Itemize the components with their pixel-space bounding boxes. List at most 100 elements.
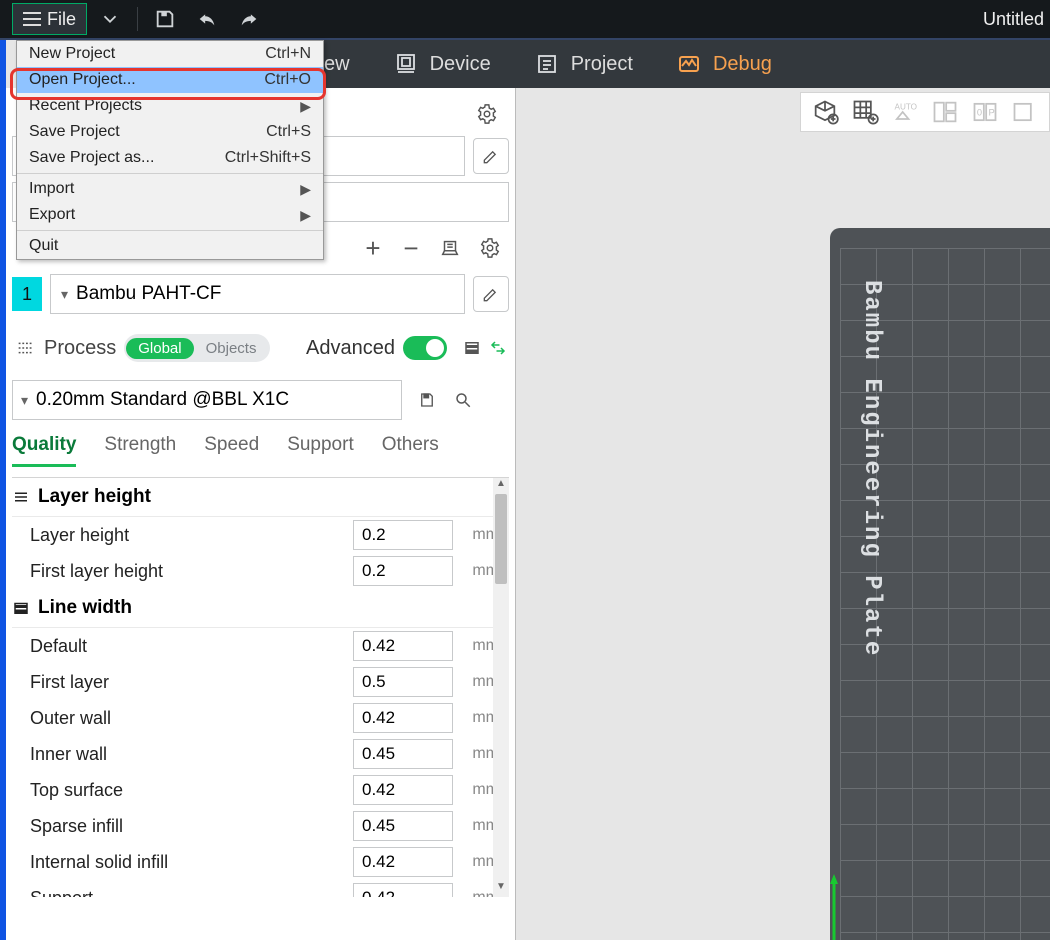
chevron-down-icon: ▾ xyxy=(21,392,36,409)
scroll-thumb[interactable] xyxy=(495,494,507,584)
list-view-icon[interactable] xyxy=(461,337,483,359)
left-accent-strip xyxy=(0,40,6,940)
debug-icon xyxy=(677,52,701,76)
layers-icon xyxy=(12,488,30,506)
chevron-down-icon: ▾ xyxy=(61,286,76,303)
subtab-quality[interactable]: Quality xyxy=(12,434,76,467)
file-menu-button[interactable]: File xyxy=(12,3,87,35)
input-default[interactable] xyxy=(353,631,453,661)
tab-project[interactable]: Project xyxy=(513,40,655,88)
subtab-support[interactable]: Support xyxy=(287,434,354,467)
more-tools-button[interactable] xyxy=(1005,94,1045,130)
process-icon xyxy=(12,337,40,359)
separator xyxy=(137,7,138,31)
process-preset-select[interactable]: ▾ 0.20mm Standard @BBL X1C xyxy=(12,380,402,420)
menu-save-project-as[interactable]: Save Project as... Ctrl+Shift+S xyxy=(17,145,323,171)
input-sparse-infill[interactable] xyxy=(353,811,453,841)
advanced-toggle[interactable] xyxy=(403,336,447,360)
process-subtabs: Quality Strength Speed Support Others xyxy=(12,434,507,467)
redo-icon[interactable] xyxy=(234,4,264,34)
tab-device[interactable]: Device xyxy=(372,40,513,88)
undo-icon[interactable] xyxy=(192,4,222,34)
compare-icon[interactable] xyxy=(487,337,509,359)
tab-debug[interactable]: Debug xyxy=(655,40,794,88)
svg-text:AUTO: AUTO xyxy=(895,103,918,112)
save-icon[interactable] xyxy=(150,4,180,34)
menu-recent-projects[interactable]: Recent Projects ▶ xyxy=(17,93,323,119)
chevron-right-icon: ▶ xyxy=(300,98,311,115)
edit-printer-button[interactable] xyxy=(473,138,509,174)
scope-objects[interactable]: Objects xyxy=(194,338,269,359)
auto-orient-button[interactable]: AUTO xyxy=(885,94,925,130)
edit-filament-button[interactable] xyxy=(473,276,509,312)
menu-open-project[interactable]: Open Project... Ctrl+O xyxy=(17,67,323,93)
param-sparse-infill: Sparse infillmm xyxy=(12,808,509,844)
param-scrollbar[interactable]: ▲ ▼ xyxy=(493,478,509,897)
input-first-layer[interactable] xyxy=(353,667,453,697)
input-support[interactable] xyxy=(353,883,453,897)
param-default: Defaultmm xyxy=(12,628,509,664)
svg-text:0: 0 xyxy=(977,108,982,118)
param-inner-wall: Inner wallmm xyxy=(12,736,509,772)
menu-new-project[interactable]: New Project Ctrl+N xyxy=(17,41,323,67)
param-layer-height: Layer height mm xyxy=(12,517,509,553)
remove-filament-button[interactable]: − xyxy=(399,233,423,264)
advanced-label: Advanced xyxy=(306,337,395,360)
file-menu: New Project Ctrl+N Open Project... Ctrl+… xyxy=(16,40,324,260)
filament-color-swatch[interactable]: 1 xyxy=(12,277,42,311)
input-layer-height[interactable] xyxy=(353,520,453,550)
subtab-others[interactable]: Others xyxy=(382,434,439,467)
file-label: File xyxy=(47,9,76,30)
param-internal-solid-infill: Internal solid infillmm xyxy=(12,844,509,880)
scroll-down-icon[interactable]: ▼ xyxy=(493,881,509,897)
subtab-strength[interactable]: Strength xyxy=(104,434,176,467)
add-filament-button[interactable]: + xyxy=(361,233,385,264)
axis-gizmo[interactable] xyxy=(822,872,922,940)
printer-settings-icon[interactable] xyxy=(469,96,505,132)
add-plate-button[interactable] xyxy=(845,94,885,130)
file-dropdown-chevron[interactable] xyxy=(95,4,125,34)
menu-save-project[interactable]: Save Project Ctrl+S xyxy=(17,119,323,145)
scope-toggle[interactable]: Global Objects xyxy=(124,334,270,362)
scroll-up-icon[interactable]: ▲ xyxy=(493,478,509,494)
save-preset-icon[interactable] xyxy=(416,389,438,411)
menu-import[interactable]: Import ▶ xyxy=(17,176,323,202)
split-button[interactable]: 0P xyxy=(965,94,1005,130)
search-preset-icon[interactable] xyxy=(452,389,474,411)
group-layer-height[interactable]: Layer height xyxy=(12,478,509,517)
group-line-width[interactable]: Line width xyxy=(12,589,509,628)
plate-label: Bambu Engineering Plate xyxy=(858,280,885,657)
input-internal-solid-infill[interactable] xyxy=(353,847,453,877)
line-width-icon xyxy=(12,599,30,617)
hamburger-icon xyxy=(23,12,41,26)
param-first-layer: First layermm xyxy=(12,664,509,700)
menu-quit[interactable]: Quit xyxy=(17,233,323,259)
param-top-surface: Top surfacemm xyxy=(12,772,509,808)
param-outer-wall: Outer wallmm xyxy=(12,700,509,736)
input-first-layer-height[interactable] xyxy=(353,556,453,586)
svg-text:P: P xyxy=(989,108,995,118)
device-icon xyxy=(394,52,418,76)
param-first-layer-height: First layer height mm xyxy=(12,553,509,589)
build-plate: Bambu Engineering Plate xyxy=(830,228,1050,940)
sync-filament-icon[interactable] xyxy=(437,230,463,266)
project-icon xyxy=(535,52,559,76)
input-top-surface[interactable] xyxy=(353,775,453,805)
input-outer-wall[interactable] xyxy=(353,703,453,733)
title-bar: File Untitled xyxy=(0,0,1050,40)
filament-select[interactable]: ▾ Bambu PAHT-CF xyxy=(50,274,465,314)
window-title: Untitled xyxy=(983,9,1050,30)
add-cube-button[interactable] xyxy=(805,94,845,130)
view-toolbar: AUTO 0P xyxy=(800,92,1050,132)
main-tabs: ew Device Project Debug xyxy=(250,40,1050,88)
menu-export[interactable]: Export ▶ xyxy=(17,202,323,228)
filament-settings-icon[interactable] xyxy=(477,230,503,266)
param-support: Supportmm xyxy=(12,880,509,897)
arrange-button[interactable] xyxy=(925,94,965,130)
process-section-header: Process Global Objects Advanced xyxy=(12,328,509,368)
subtab-speed[interactable]: Speed xyxy=(204,434,259,467)
input-inner-wall[interactable] xyxy=(353,739,453,769)
chevron-right-icon: ▶ xyxy=(300,181,311,198)
viewport[interactable]: AUTO 0P Bambu Engineering Plate xyxy=(516,88,1050,940)
scope-global[interactable]: Global xyxy=(126,338,193,359)
